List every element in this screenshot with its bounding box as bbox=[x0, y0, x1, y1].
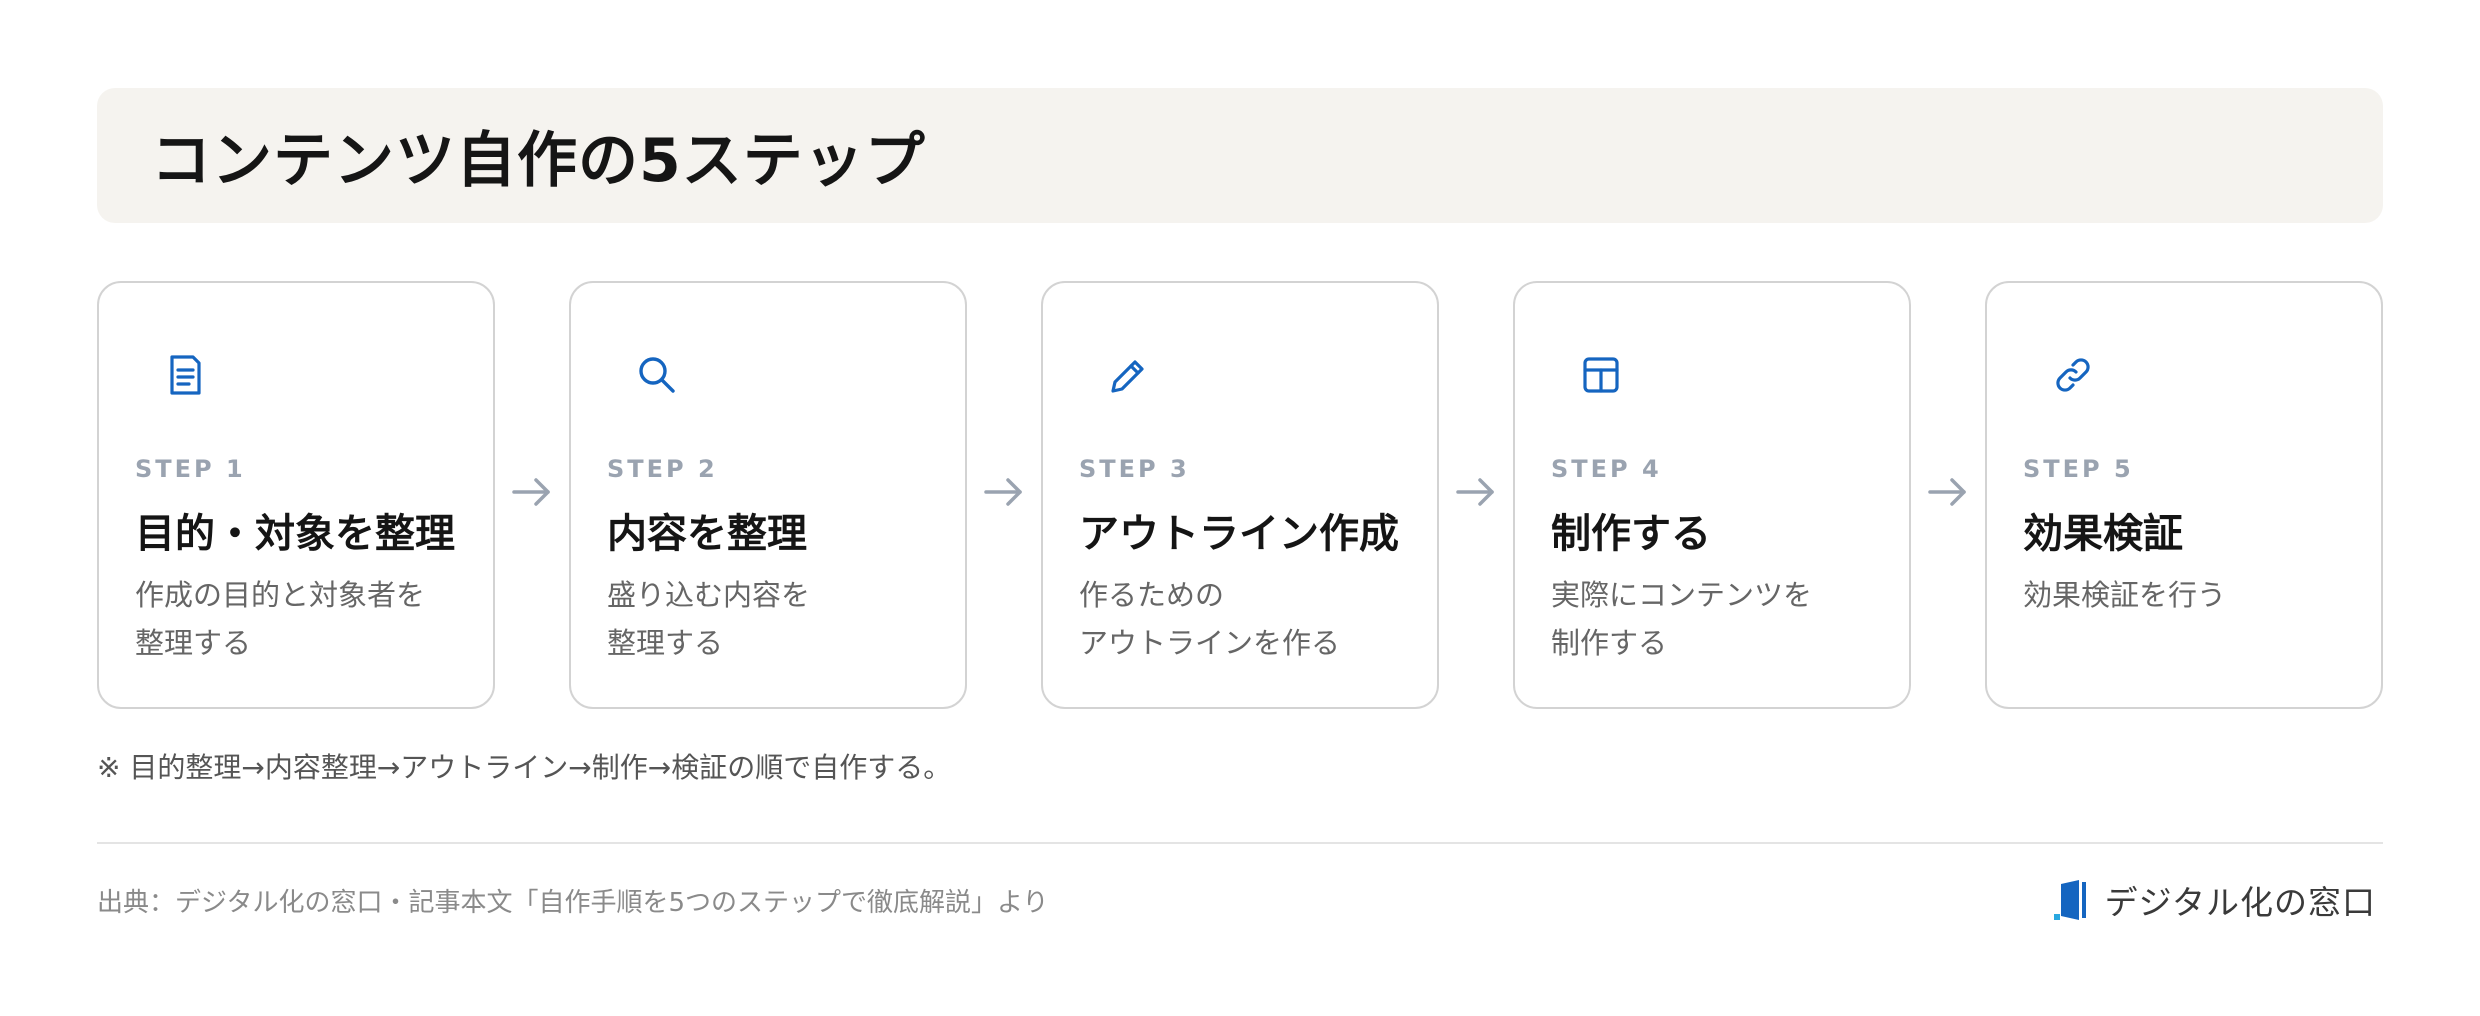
step-title: 制作する bbox=[1551, 511, 1711, 557]
source-citation: 出典：デジタル化の窓口・記事本文「自作手順を5つのステップで徹底解説」より bbox=[97, 888, 1049, 918]
step-description: 作るための アウトラインを作る bbox=[1079, 578, 1341, 660]
step-label: STEP 2 bbox=[607, 455, 718, 483]
layout-icon bbox=[1577, 351, 1625, 399]
process-note: ※ 目的整理→内容整理→アウトライン→制作→検証の順で自作する。 bbox=[97, 751, 952, 784]
title-banner: コンテンツ自作の5ステップ bbox=[97, 88, 2383, 223]
arrow-right-icon bbox=[510, 472, 554, 512]
footer-divider bbox=[97, 842, 2383, 844]
step-card-1: STEP 1 目的・対象を整理 作成の目的と対象者を 整理する bbox=[97, 281, 495, 709]
window-logo-icon bbox=[2051, 876, 2091, 924]
step-label: STEP 3 bbox=[1079, 455, 1190, 483]
document-icon bbox=[161, 351, 209, 399]
link-icon bbox=[2049, 351, 2097, 399]
step-title: 目的・対象を整理 bbox=[135, 511, 455, 557]
step-description: 効果検証を行う bbox=[2023, 578, 2227, 612]
step-description: 実際にコンテンツを 制作する bbox=[1551, 578, 1813, 660]
pencil-icon bbox=[1105, 351, 1153, 399]
step-card-4: STEP 4 制作する 実際にコンテンツを 制作する bbox=[1513, 281, 1911, 709]
step-label: STEP 5 bbox=[2023, 455, 2134, 483]
arrow-right-icon bbox=[1454, 472, 1498, 512]
arrow-right-icon bbox=[982, 472, 1026, 512]
step-card-3: STEP 3 アウトライン作成 作るための アウトラインを作る bbox=[1041, 281, 1439, 709]
step-card-5: STEP 5 効果検証 効果検証を行う bbox=[1985, 281, 2383, 709]
step-label: STEP 1 bbox=[135, 455, 246, 483]
arrow-right-icon bbox=[1926, 472, 1970, 512]
logo-text: デジタル化の窓口 bbox=[2104, 883, 2376, 922]
page-title: コンテンツ自作の5ステップ bbox=[151, 126, 926, 196]
step-title: アウトライン作成 bbox=[1079, 511, 1399, 557]
brand-logo: デジタル化の窓口 bbox=[2051, 876, 2376, 924]
step-title: 効果検証 bbox=[2023, 511, 2183, 557]
search-icon bbox=[633, 351, 681, 399]
step-label: STEP 4 bbox=[1551, 455, 1662, 483]
step-card-2: STEP 2 内容を整理 盛り込む内容を 整理する bbox=[569, 281, 967, 709]
step-description: 作成の目的と対象者を 整理する bbox=[135, 578, 426, 660]
step-title: 内容を整理 bbox=[607, 511, 807, 557]
step-description: 盛り込む内容を 整理する bbox=[607, 578, 811, 660]
